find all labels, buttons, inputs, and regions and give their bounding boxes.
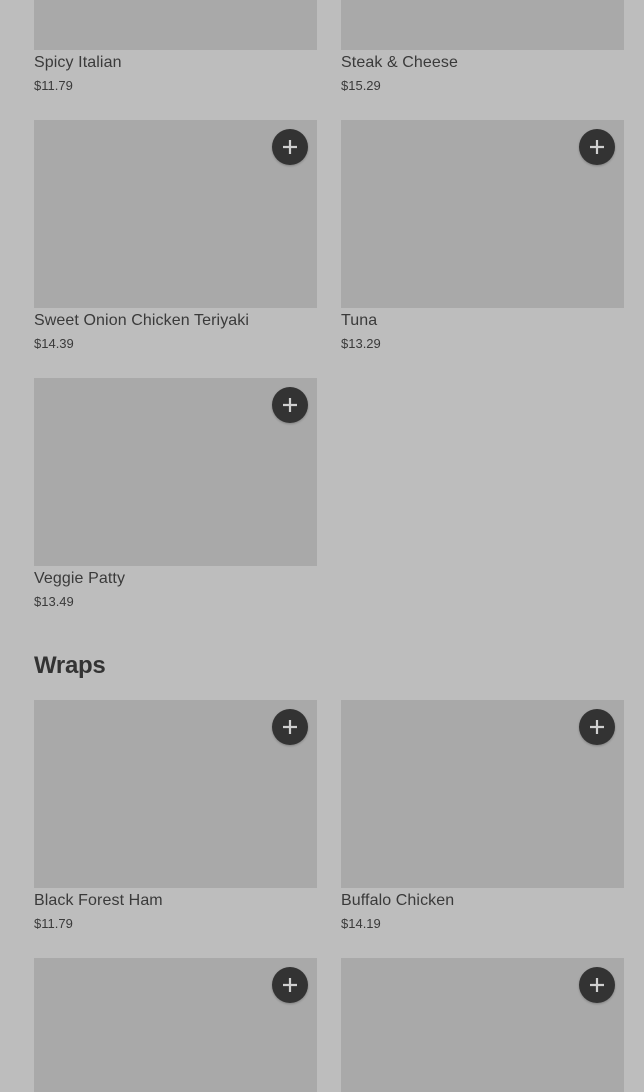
item-image[interactable] — [34, 120, 317, 308]
item-image[interactable] — [341, 0, 624, 50]
item-image[interactable] — [34, 700, 317, 888]
plus-icon — [590, 978, 604, 992]
item-price: $13.29 — [341, 336, 381, 351]
item-image[interactable] — [34, 958, 317, 1092]
item-name: Buffalo Chicken — [341, 892, 455, 909]
plus-icon — [283, 978, 297, 992]
item-image[interactable] — [341, 958, 624, 1092]
item-name: Steak & Cheese — [341, 54, 459, 71]
add-item-button[interactable] — [579, 129, 615, 165]
plus-icon — [590, 140, 604, 154]
section-title-wraps: Wraps — [34, 652, 106, 679]
menu-item-card[interactable]: Sweet Onion Chicken Teriyaki $14.39 — [34, 120, 317, 351]
add-item-button[interactable] — [272, 129, 308, 165]
menu-item-card[interactable]: Veggie Patty $13.49 — [34, 378, 317, 609]
item-name: Spicy Italian — [34, 54, 122, 71]
add-item-button[interactable] — [272, 387, 308, 423]
item-price: $11.79 — [34, 78, 73, 93]
menu-item-card[interactable]: Black Forest Ham $11.79 — [34, 700, 317, 931]
plus-icon — [283, 398, 297, 412]
item-image[interactable] — [341, 700, 624, 888]
menu-item-card[interactable]: Spicy Italian $11.79 — [34, 0, 317, 93]
add-item-button[interactable] — [272, 709, 308, 745]
item-price: $14.19 — [341, 916, 381, 931]
item-name: Veggie Patty — [34, 570, 126, 587]
menu-item-card[interactable]: Tuna $13.29 — [341, 120, 624, 351]
item-name: Black Forest Ham — [34, 892, 163, 909]
item-image[interactable] — [34, 0, 317, 50]
menu-item-card[interactable] — [34, 958, 317, 1092]
plus-icon — [283, 720, 297, 734]
item-image[interactable] — [341, 120, 624, 308]
plus-icon — [283, 140, 297, 154]
menu-page: Spicy Italian $11.79 Steak & Cheese $15.… — [0, 0, 644, 1092]
plus-icon — [590, 720, 604, 734]
item-price: $11.79 — [34, 916, 73, 931]
add-item-button[interactable] — [579, 709, 615, 745]
add-item-button[interactable] — [579, 967, 615, 1003]
item-image[interactable] — [34, 378, 317, 566]
item-name: Tuna — [341, 312, 378, 329]
add-item-button[interactable] — [272, 967, 308, 1003]
item-price: $15.29 — [341, 78, 381, 93]
menu-item-card[interactable] — [341, 958, 624, 1092]
menu-item-card[interactable]: Buffalo Chicken $14.19 — [341, 700, 624, 931]
item-price: $14.39 — [34, 336, 74, 351]
item-price: $13.49 — [34, 594, 74, 609]
menu-item-card[interactable]: Steak & Cheese $15.29 — [341, 0, 624, 93]
item-name: Sweet Onion Chicken Teriyaki — [34, 312, 250, 329]
